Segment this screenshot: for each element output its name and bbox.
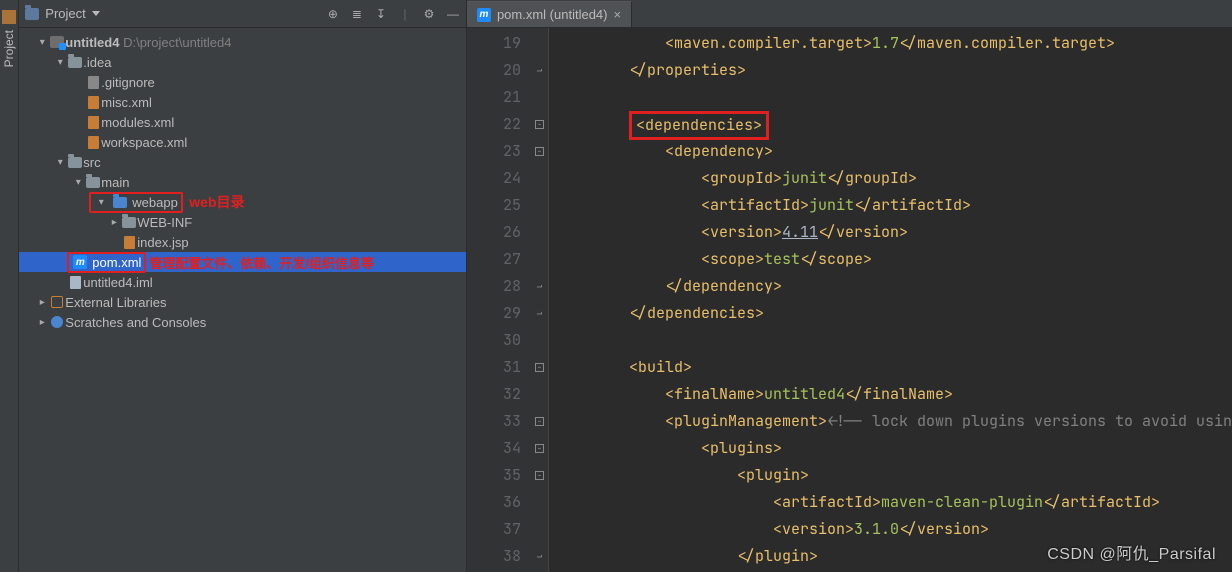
hide-icon[interactable]: — <box>446 7 460 21</box>
left-rail: Project <box>0 0 19 572</box>
tree-label: untitled4.iml <box>83 275 152 290</box>
jsp-icon <box>124 236 135 249</box>
chevron-down-icon[interactable] <box>94 197 108 208</box>
chevron-right-icon[interactable] <box>35 297 49 308</box>
tree-iml[interactable]: untitled4.iml <box>19 272 466 292</box>
tree-label: Scratches and Consoles <box>65 315 206 330</box>
panel-title-text: Project <box>45 6 85 21</box>
tree-root[interactable]: untitled4 D:\project\untitled4 <box>19 32 466 52</box>
chevron-down-icon[interactable] <box>53 57 67 68</box>
tree-path: D:\project\untitled4 <box>123 35 231 50</box>
maven-icon: m <box>477 8 491 22</box>
divider: | <box>398 7 412 21</box>
expand-icon[interactable]: ≣ <box>350 7 364 21</box>
tree-label: pom.xml <box>92 255 141 270</box>
tree-label: modules.xml <box>101 115 174 130</box>
tree-pom[interactable]: m pom.xml 管理配置文件、依赖、开发/组织信息等 <box>19 252 466 272</box>
project-panel: Project ⊕ ≣ ↧ | ⚙ — untitled4 D:\project… <box>19 0 467 572</box>
collapse-icon[interactable]: ↧ <box>374 7 388 21</box>
tab-pom[interactable]: m pom.xml (untitled4) × <box>467 1 632 27</box>
tree-label: index.jsp <box>137 235 188 250</box>
libraries-icon <box>51 296 63 308</box>
tree-external-libraries[interactable]: External Libraries <box>19 292 466 312</box>
tree-webapp[interactable]: webapp web目录 <box>19 192 466 212</box>
fold-column[interactable]: ⌐--⌐⌐----⌐ <box>531 28 549 572</box>
tree-label: WEB-INF <box>137 215 192 230</box>
iml-icon <box>70 276 81 289</box>
close-icon[interactable]: × <box>614 7 622 22</box>
scratches-icon <box>51 316 63 328</box>
chevron-down-icon[interactable] <box>71 177 85 188</box>
chevron-down-icon[interactable] <box>35 37 49 48</box>
chevron-right-icon[interactable] <box>35 317 49 328</box>
editor-area: m pom.xml (untitled4) × 1920212223242526… <box>467 0 1232 572</box>
folder-icon <box>86 177 100 188</box>
tree-label: misc.xml <box>101 95 152 110</box>
annotation-webapp: web目录 <box>189 192 244 212</box>
chevron-down-icon <box>92 11 100 16</box>
folder-icon <box>68 157 82 168</box>
module-icon <box>50 36 64 48</box>
maven-icon: m <box>73 255 87 269</box>
tree-label: .idea <box>83 55 111 70</box>
tab-label: pom.xml (untitled4) <box>497 7 608 22</box>
tree-main[interactable]: main <box>19 172 466 192</box>
panel-title[interactable]: Project <box>25 6 320 21</box>
tree-idea[interactable]: .idea <box>19 52 466 72</box>
webapp-folder-icon <box>113 197 127 208</box>
tree-label: workspace.xml <box>101 135 187 150</box>
tree-scratches[interactable]: Scratches and Consoles <box>19 312 466 332</box>
code-editor[interactable]: 1920212223242526272829303132333435363738… <box>467 28 1232 572</box>
project-icon <box>25 8 39 20</box>
panel-toolbar: ⊕ ≣ ↧ | ⚙ — <box>326 7 460 21</box>
project-tool-icon[interactable] <box>2 10 16 24</box>
gear-icon[interactable]: ⚙ <box>422 7 436 21</box>
chevron-right-icon[interactable] <box>107 217 121 228</box>
watermark: CSDN @阿仇_Parsifal <box>1047 540 1216 564</box>
tree-label: External Libraries <box>65 295 166 310</box>
tree-src[interactable]: src <box>19 152 466 172</box>
annotation-pom: 管理配置文件、依赖、开发/组织信息等 <box>149 253 374 272</box>
folder-icon <box>122 217 136 228</box>
xml-icon <box>88 136 99 149</box>
tree-indexjsp[interactable]: index.jsp <box>19 232 466 252</box>
project-rail-label[interactable]: Project <box>2 30 16 67</box>
tree-label: main <box>101 175 129 190</box>
gitignore-icon <box>88 76 99 89</box>
tree-label: .gitignore <box>101 75 154 90</box>
xml-icon <box>88 116 99 129</box>
tree-gitignore[interactable]: .gitignore <box>19 72 466 92</box>
tree-misc[interactable]: misc.xml <box>19 92 466 112</box>
tree-label: src <box>83 155 100 170</box>
project-tree[interactable]: untitled4 D:\project\untitled4 .idea .gi… <box>19 28 466 572</box>
tree-workspace[interactable]: workspace.xml <box>19 132 466 152</box>
tree-label: untitled4 <box>65 35 119 50</box>
gutter: 1920212223242526272829303132333435363738 <box>467 28 531 572</box>
editor-tabs: m pom.xml (untitled4) × <box>467 0 1232 28</box>
chevron-down-icon[interactable] <box>53 157 67 168</box>
folder-icon <box>68 57 82 68</box>
tree-webinf[interactable]: WEB-INF <box>19 212 466 232</box>
code-content[interactable]: <maven.compiler.target>1.7</maven.compil… <box>549 28 1232 572</box>
tree-label: webapp <box>132 195 178 210</box>
xml-icon <box>88 96 99 109</box>
locate-icon[interactable]: ⊕ <box>326 7 340 21</box>
panel-header: Project ⊕ ≣ ↧ | ⚙ — <box>19 0 466 28</box>
tree-modules[interactable]: modules.xml <box>19 112 466 132</box>
